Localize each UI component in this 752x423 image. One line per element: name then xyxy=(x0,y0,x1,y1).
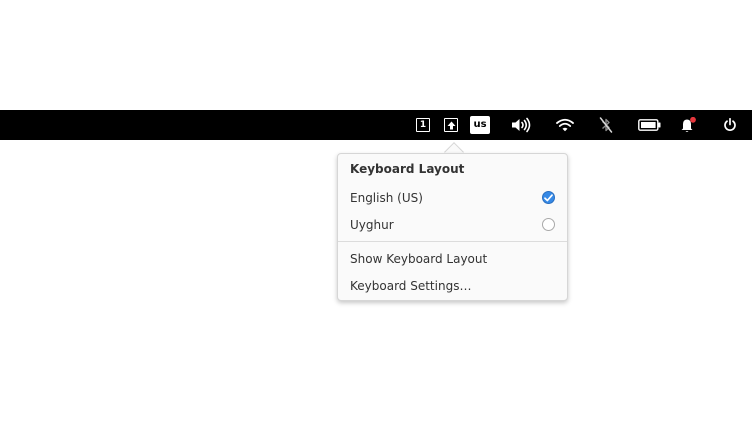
caps-lock-icon xyxy=(444,118,458,132)
caps-lock-indicator[interactable] xyxy=(443,110,459,140)
top-panel: 1 us xyxy=(0,110,752,140)
network-indicator[interactable] xyxy=(556,110,574,140)
volume-indicator[interactable] xyxy=(510,110,532,140)
session-indicator[interactable] xyxy=(722,110,738,140)
battery-icon xyxy=(637,119,660,131)
keyboard-layout-indicator[interactable]: us xyxy=(470,110,490,140)
power-status-indicator[interactable] xyxy=(637,110,661,140)
popover-title: Keyboard Layout xyxy=(350,162,465,176)
keyboard-settings-item[interactable]: Keyboard Settings… xyxy=(338,272,567,299)
radio-unchecked-icon[interactable] xyxy=(542,218,555,231)
notifications-icon xyxy=(681,117,696,132)
show-keyboard-layout-item[interactable]: Show Keyboard Layout xyxy=(338,245,567,272)
menu-separator xyxy=(338,241,567,242)
radio-checked-icon[interactable] xyxy=(542,191,555,204)
desktop: 1 us Keyboard Layout English (US) Uyghur… xyxy=(0,0,752,423)
menu-item-label: Show Keyboard Layout xyxy=(350,251,488,266)
layout-item-label: English (US) xyxy=(350,190,423,205)
layout-item-uyghur[interactable]: Uyghur xyxy=(338,211,567,238)
layout-item-label: Uyghur xyxy=(350,217,394,232)
layout-item-english-us[interactable]: English (US) xyxy=(338,184,567,211)
power-icon xyxy=(724,118,736,132)
keyboard-layout-popover: Keyboard Layout English (US) Uyghur Show… xyxy=(337,153,568,301)
notifications-indicator[interactable] xyxy=(679,110,697,140)
keyboard-layout-icon: us xyxy=(470,116,490,134)
volume-icon xyxy=(512,117,531,133)
num-lock-icon: 1 xyxy=(416,118,430,132)
bluetooth-disabled-icon xyxy=(599,117,613,133)
wifi-icon xyxy=(556,118,574,132)
menu-item-label: Keyboard Settings… xyxy=(350,278,472,293)
num-lock-indicator[interactable]: 1 xyxy=(415,110,431,140)
bluetooth-indicator[interactable] xyxy=(598,110,614,140)
